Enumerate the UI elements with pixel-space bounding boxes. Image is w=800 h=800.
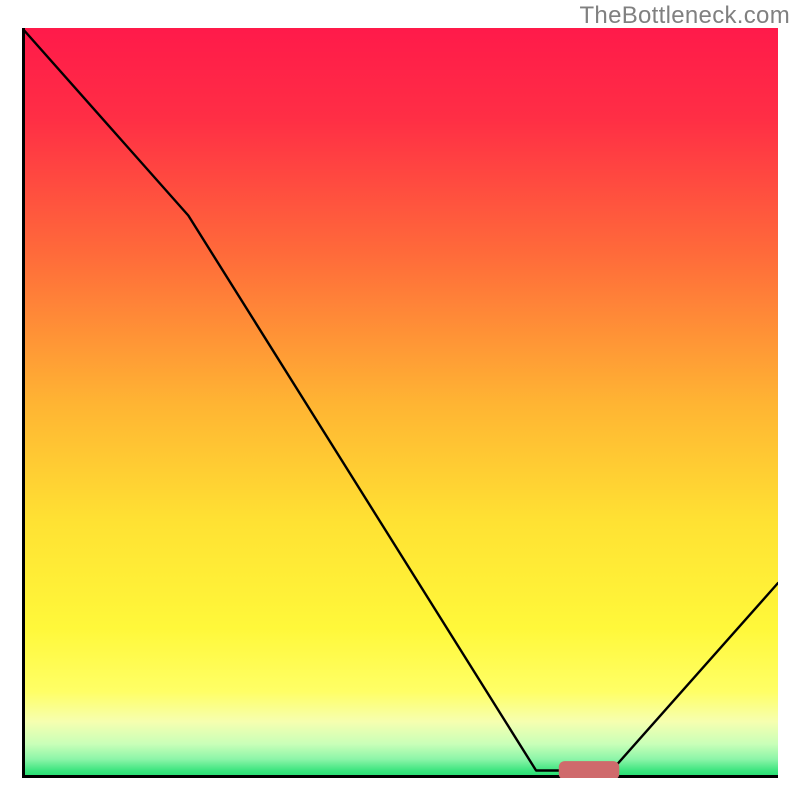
gradient-background [22, 28, 778, 778]
plot-area [22, 28, 778, 778]
optimal-marker [559, 761, 619, 778]
watermark-text: TheBottleneck.com [579, 2, 790, 30]
chart-frame: TheBottleneck.com [0, 0, 800, 800]
bottleneck-chart [22, 28, 778, 778]
